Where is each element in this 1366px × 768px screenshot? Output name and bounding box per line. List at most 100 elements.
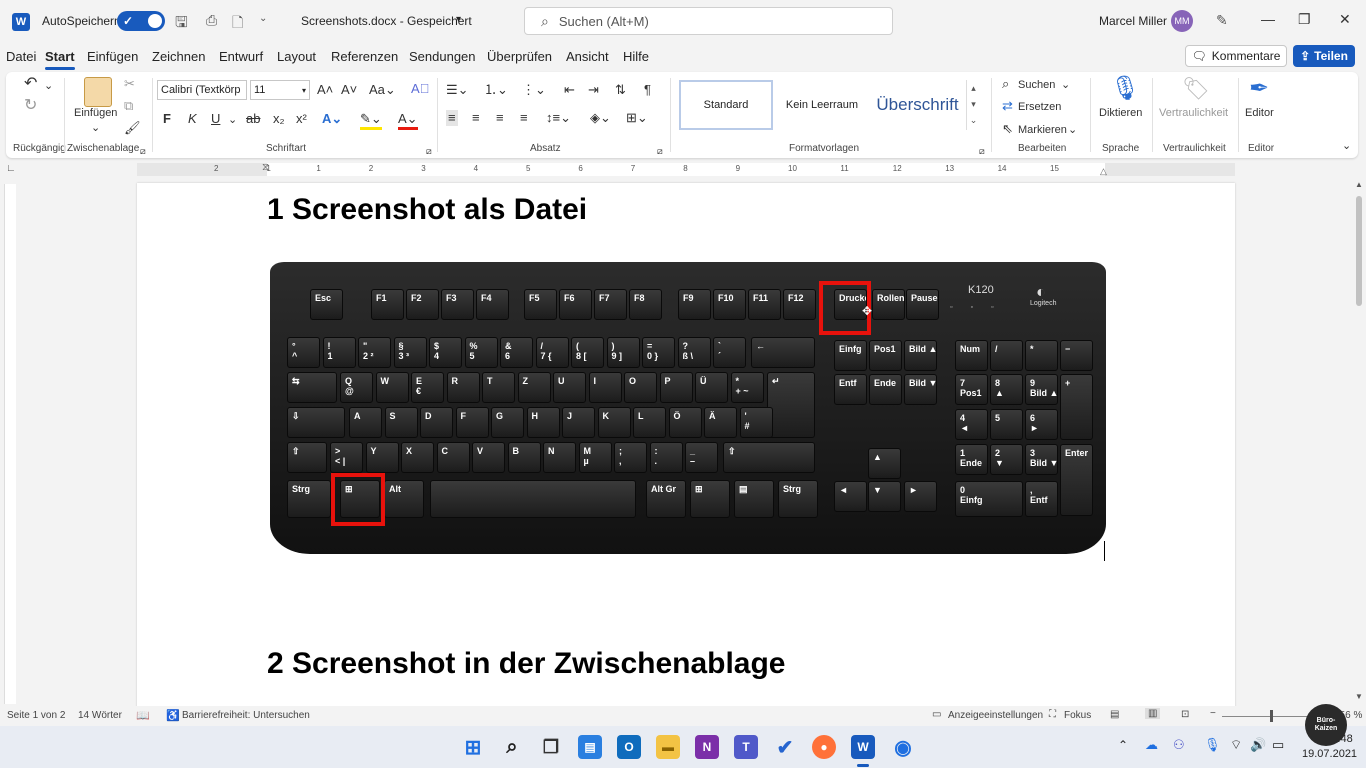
redo-icon[interactable]: ↻ [24, 98, 37, 114]
scroll-down-icon[interactable]: ▼ [1355, 692, 1363, 701]
sort-icon[interactable]: ⇅ [615, 82, 626, 98]
styles-scroll[interactable]: ▴ ▾ ⌄ [966, 80, 980, 130]
print-icon[interactable]: ⎙ [206, 12, 217, 29]
teams-icon[interactable]: T [734, 735, 758, 759]
clipboard-launcher-icon[interactable]: ⧄ [140, 143, 146, 159]
bullets-icon[interactable]: ☰⌄ [446, 82, 469, 98]
zoom-slider-thumb[interactable] [1270, 710, 1273, 722]
sensitivity-icon[interactable]: 🏷 [1182, 76, 1210, 102]
word-count[interactable]: 14 Wörter [78, 710, 122, 721]
underline-button[interactable]: U [211, 111, 220, 127]
widgets-icon[interactable]: ▤ [578, 735, 602, 759]
editor-icon[interactable]: ✒ [1249, 76, 1269, 102]
change-case-icon[interactable]: Aa⌄ [369, 82, 396, 98]
clock-date[interactable]: 19.07.2021 [1302, 748, 1357, 760]
sensitivity-button[interactable]: Vertraulichkeit [1159, 107, 1228, 119]
scroll-up-icon[interactable]: ▲ [1355, 180, 1363, 189]
grow-font-icon[interactable]: A˄ [317, 82, 333, 98]
find-button[interactable]: Suchen [1018, 77, 1055, 93]
numbering-icon[interactable]: ⒈⌄ [484, 82, 508, 98]
font-launcher-icon[interactable]: ⧄ [426, 143, 432, 159]
decrease-indent-icon[interactable]: ⇤ [564, 82, 575, 98]
volume-icon[interactable]: 🔊 [1250, 737, 1266, 753]
avatar[interactable]: MM [1171, 10, 1193, 32]
share-button[interactable]: ⇪ Teilen [1293, 45, 1355, 67]
increase-indent-icon[interactable]: ⇥ [588, 82, 599, 98]
focus-button[interactable]: Fokus [1064, 710, 1091, 721]
justify-icon[interactable]: ≡ [520, 110, 528, 126]
cut-icon[interactable]: ✂ [124, 76, 135, 92]
shading-icon[interactable]: ◈⌄ [590, 110, 611, 126]
customize-chevron-icon[interactable]: ⌄ [259, 13, 267, 24]
find-icon[interactable]: ⌕ [1002, 76, 1009, 92]
select-button[interactable]: Markieren [1018, 122, 1067, 138]
firefox-icon[interactable]: ● [812, 735, 836, 759]
focus-icon[interactable]: ⛶ [1049, 709, 1056, 720]
line-spacing-icon[interactable]: ↕≡⌄ [546, 110, 571, 126]
read-mode-icon[interactable]: ▤ [1110, 709, 1119, 720]
shrink-font-icon[interactable]: A˅ [341, 82, 357, 98]
file-explorer-icon[interactable]: ▬ [656, 735, 680, 759]
align-center-icon[interactable]: ≡ [472, 110, 480, 126]
word-taskbar-icon[interactable]: W [851, 735, 875, 759]
align-right-icon[interactable]: ≡ [496, 110, 504, 126]
paste-icon[interactable] [84, 77, 112, 107]
task-view-icon[interactable]: ❐ [539, 735, 563, 759]
borders-icon[interactable]: ⊞⌄ [626, 110, 648, 126]
display-settings[interactable]: Anzeigeeinstellungen [948, 710, 1043, 721]
font-name-select[interactable]: Calibri (Textkörp [157, 80, 247, 100]
maximize-icon[interactable]: ❐ [1298, 11, 1311, 28]
tab-hilfe[interactable]: Hilfe [623, 49, 649, 64]
font-size-select[interactable]: 11 ▾ [250, 80, 310, 100]
tab-ueberpruefen[interactable]: Überprüfen [487, 49, 552, 64]
todo-icon[interactable]: ✔ [773, 735, 797, 759]
paste-label[interactable]: Einfügen [74, 107, 117, 119]
tab-referenzen[interactable]: Referenzen [331, 49, 398, 64]
bold-button[interactable]: F [163, 111, 171, 127]
scroll-thumb[interactable] [1356, 196, 1362, 306]
teams-tray-icon[interactable]: ⚇ [1173, 737, 1185, 753]
document-title[interactable]: Screenshots.docx - Gespeichert [301, 14, 472, 28]
ribbon-collapse-icon[interactable]: ⌄ [1342, 138, 1351, 154]
format-painter-icon[interactable]: 🖌 [124, 120, 141, 136]
user-name[interactable]: Marcel Miller [1099, 14, 1167, 28]
heading-2[interactable]: 2 Screenshot in der Zwischenablage [267, 647, 786, 681]
select-icon[interactable]: ⇖ [1002, 121, 1013, 137]
tab-selector-icon[interactable]: ∟ [6, 163, 16, 174]
style-no-spacing[interactable]: Kein Leerraum [775, 80, 869, 130]
paste-chevron-icon[interactable]: ⌄ [91, 120, 100, 136]
display-settings-icon[interactable]: ▭ [932, 709, 941, 720]
right-indent-icon[interactable]: △ [1100, 166, 1107, 177]
battery-icon[interactable]: ▭ [1272, 737, 1284, 753]
vertical-scrollbar[interactable]: ▲ ▼ [1352, 178, 1366, 706]
accessibility-icon[interactable]: ♿ [166, 709, 180, 722]
onedrive-icon[interactable]: ☁ [1145, 737, 1158, 753]
vertical-ruler[interactable] [4, 184, 16, 704]
select-chevron-icon[interactable]: ⌄ [1068, 122, 1077, 138]
style-heading[interactable]: Überschrift [870, 80, 965, 130]
document-icon[interactable]: 🗋 [232, 12, 243, 36]
minimize-icon[interactable]: — [1261, 11, 1275, 27]
onenote-icon[interactable]: N [695, 735, 719, 759]
tab-ansicht[interactable]: Ansicht [566, 49, 609, 64]
pilcrow-icon[interactable]: ¶ [644, 82, 651, 98]
pen-icon[interactable]: ✎ [1216, 12, 1228, 29]
save-icon[interactable]: 🖫 [175, 12, 188, 37]
text-effects-icon[interactable]: A⌄ [322, 111, 342, 127]
page-count[interactable]: Seite 1 von 2 [7, 710, 65, 721]
editor-label[interactable]: Editor [1245, 107, 1274, 119]
styles-launcher-icon[interactable]: ⧄ [979, 143, 985, 159]
close-icon[interactable]: ✕ [1339, 11, 1351, 28]
undo-chevron-icon[interactable]: ⌄ [44, 78, 53, 94]
search-icon[interactable]: ⌕ [500, 735, 524, 759]
print-layout-icon[interactable]: ▥ [1145, 708, 1161, 719]
tab-layout[interactable]: Layout [277, 49, 316, 64]
tab-sendungen[interactable]: Sendungen [409, 49, 476, 64]
copy-icon[interactable]: ⧉ [124, 98, 133, 114]
tab-start[interactable]: Start [45, 49, 75, 70]
zoom-out-icon[interactable]: − [1210, 708, 1216, 719]
chevron-up-icon[interactable]: ⌃ [1118, 738, 1128, 752]
tab-zeichnen[interactable]: Zeichnen [152, 49, 205, 64]
microphone-tray-icon[interactable]: 🎙 [1204, 737, 1221, 753]
subscript-button[interactable]: x₂ [273, 111, 285, 127]
